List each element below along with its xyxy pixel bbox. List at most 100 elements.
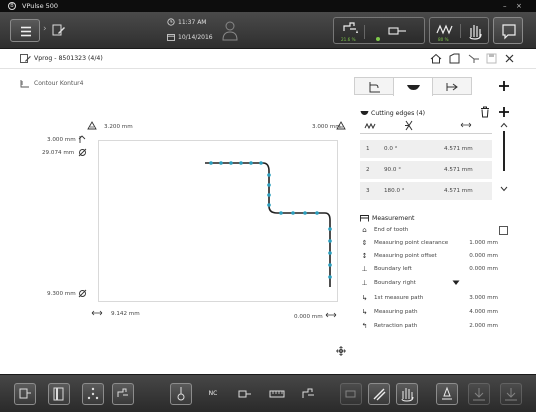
profile-icon[interactable] xyxy=(449,53,460,64)
current-date: 10/14/2016 xyxy=(178,34,213,41)
coolant-value: 21.6 % xyxy=(341,37,356,42)
measurement-row[interactable]: ⊥ Boundary left 0.000 mm xyxy=(360,263,512,276)
delete-icon[interactable] xyxy=(480,106,490,118)
add-tool-icon[interactable] xyxy=(498,80,510,92)
home-icon[interactable] xyxy=(430,53,442,64)
measurement-row[interactable]: ↳ Measuring path 4.000 mm xyxy=(360,306,512,319)
main-toolbar: › 11:37 AM 10/14/2016 21.6 % 80 % xyxy=(0,12,536,49)
program-edit-icon xyxy=(20,53,31,64)
minimize-icon[interactable]: – xyxy=(503,2,507,10)
measurement-label: Measuring point offset xyxy=(374,253,437,259)
close-program-icon[interactable] xyxy=(504,53,515,64)
measurement-row[interactable]: ↰ Retraction path 2.000 mm xyxy=(360,320,512,333)
move-view-icon[interactable] xyxy=(336,346,346,356)
current-time: 11:37 AM xyxy=(178,19,207,26)
probe-icon[interactable] xyxy=(388,25,408,37)
measurement-value: 3.000 mm xyxy=(469,295,498,301)
width-arrow-icon xyxy=(91,310,103,316)
measurement-label: Retraction path xyxy=(374,323,418,329)
bottom-toolbar: NC xyxy=(0,374,536,412)
tool-path-button[interactable] xyxy=(82,383,104,405)
cutting-edge-row[interactable]: 2 90.0 ° 4.571 mm xyxy=(360,161,492,179)
measurement-icon xyxy=(360,215,369,222)
probe-button[interactable] xyxy=(170,383,192,405)
unload-icon xyxy=(473,388,485,401)
measurement-value: 2.000 mm xyxy=(469,323,498,329)
contour-path-graphic xyxy=(205,161,332,287)
status-led xyxy=(376,37,380,41)
load-icon xyxy=(505,388,517,401)
title-bar: B VPulse 500 – × xyxy=(0,0,536,12)
tool-path-icon[interactable] xyxy=(468,53,480,64)
cutting-edge-icon xyxy=(360,110,369,116)
measurement-value: 0.000 mm xyxy=(469,266,498,272)
measurement-label: Measuring point clearance xyxy=(374,240,449,246)
unload-button[interactable] xyxy=(468,383,490,405)
measure-path-icon: ↳ xyxy=(361,294,368,302)
measurement-row[interactable]: ⊥ Boundary right xyxy=(360,277,512,290)
measuring-path-icon: ↳ xyxy=(361,308,368,316)
program-list-button[interactable] xyxy=(48,383,70,405)
message-icon xyxy=(502,24,516,40)
measurement-value: 0.000 mm xyxy=(469,253,498,259)
measurement-value: 4.000 mm xyxy=(469,309,498,315)
hand-stop-icon[interactable] xyxy=(466,22,484,40)
measurement-row[interactable]: ↕ Measuring point offset 0.000 mm xyxy=(360,250,512,263)
measurement-row[interactable]: ↳ 1st measure path 3.000 mm xyxy=(360,292,512,305)
end-of-tooth-checkbox[interactable] xyxy=(499,226,508,235)
edit-program-icon[interactable] xyxy=(52,23,66,37)
scroll-down-icon[interactable] xyxy=(500,186,508,192)
clean-button[interactable] xyxy=(436,383,458,405)
measurement-value: 1.000 mm xyxy=(469,240,498,246)
menu-button[interactable] xyxy=(10,19,40,42)
machine-status-group: 21.6 % xyxy=(333,17,425,44)
messages-button[interactable] xyxy=(493,17,523,44)
reference-point-icon xyxy=(87,121,97,130)
contour-plot[interactable] xyxy=(98,140,338,302)
manual-button[interactable] xyxy=(396,383,418,405)
coolant-icon[interactable] xyxy=(342,21,360,35)
ruler-icon xyxy=(269,390,285,398)
cutting-edges-header xyxy=(360,118,492,134)
reference-point-right-icon xyxy=(336,121,346,130)
coolant-setup-icon xyxy=(117,388,128,397)
tool-tabs xyxy=(354,77,472,96)
cutting-edges-title: Cutting edges (4) xyxy=(371,110,426,117)
cutting-edge-row[interactable]: 3 180.0 ° 4.571 mm xyxy=(360,182,492,200)
scroll-up-icon[interactable] xyxy=(500,122,508,128)
clock-icon xyxy=(167,18,175,26)
machine-setup-button[interactable] xyxy=(14,383,36,405)
edge-index: 3 xyxy=(366,188,370,194)
user-icon[interactable] xyxy=(222,20,238,42)
tab-contour[interactable] xyxy=(355,78,394,96)
save-icon[interactable] xyxy=(486,53,497,64)
tab-cutting-edges[interactable] xyxy=(394,78,433,96)
tool-path-icon xyxy=(87,387,99,400)
scrollbar-thumb[interactable] xyxy=(503,131,505,171)
tab-measurement[interactable] xyxy=(433,78,472,96)
feed-button[interactable] xyxy=(368,383,390,405)
cutting-edge-row[interactable]: 1 0.0 ° 4.571 mm xyxy=(360,140,492,158)
nc-button[interactable]: NC xyxy=(202,383,224,405)
close-icon[interactable]: × xyxy=(516,2,522,10)
retraction-icon: ↰ xyxy=(361,322,368,330)
contour-label: Contour Kontur4 xyxy=(34,80,84,87)
measurement-row[interactable]: ⇕ Measuring point clearance 1.000 mm xyxy=(360,237,512,250)
add-edge-icon[interactable] xyxy=(498,106,510,118)
diameter-icon xyxy=(78,148,87,157)
spindle-speed-icon[interactable] xyxy=(436,23,454,35)
boundary-right-icon: ⊥ xyxy=(361,279,368,287)
probe-disabled-button[interactable] xyxy=(340,383,362,405)
coolant-setup-button[interactable] xyxy=(112,383,134,405)
measurement-row[interactable]: ⌂ End of tooth xyxy=(360,224,512,237)
ruler-button[interactable] xyxy=(266,383,288,405)
program-header: Vprog - 8501323 (4/4) xyxy=(0,49,536,69)
axis-marker-icon xyxy=(78,135,88,144)
angle-icon xyxy=(405,120,413,131)
measure-probe-button[interactable] xyxy=(234,383,256,405)
load-button[interactable] xyxy=(500,383,522,405)
edge-index: 2 xyxy=(366,167,370,173)
dropdown-arrow-icon[interactable] xyxy=(452,280,460,286)
edge-angle: 90.0 ° xyxy=(384,167,402,173)
coolant-nozzle-button[interactable] xyxy=(298,383,320,405)
